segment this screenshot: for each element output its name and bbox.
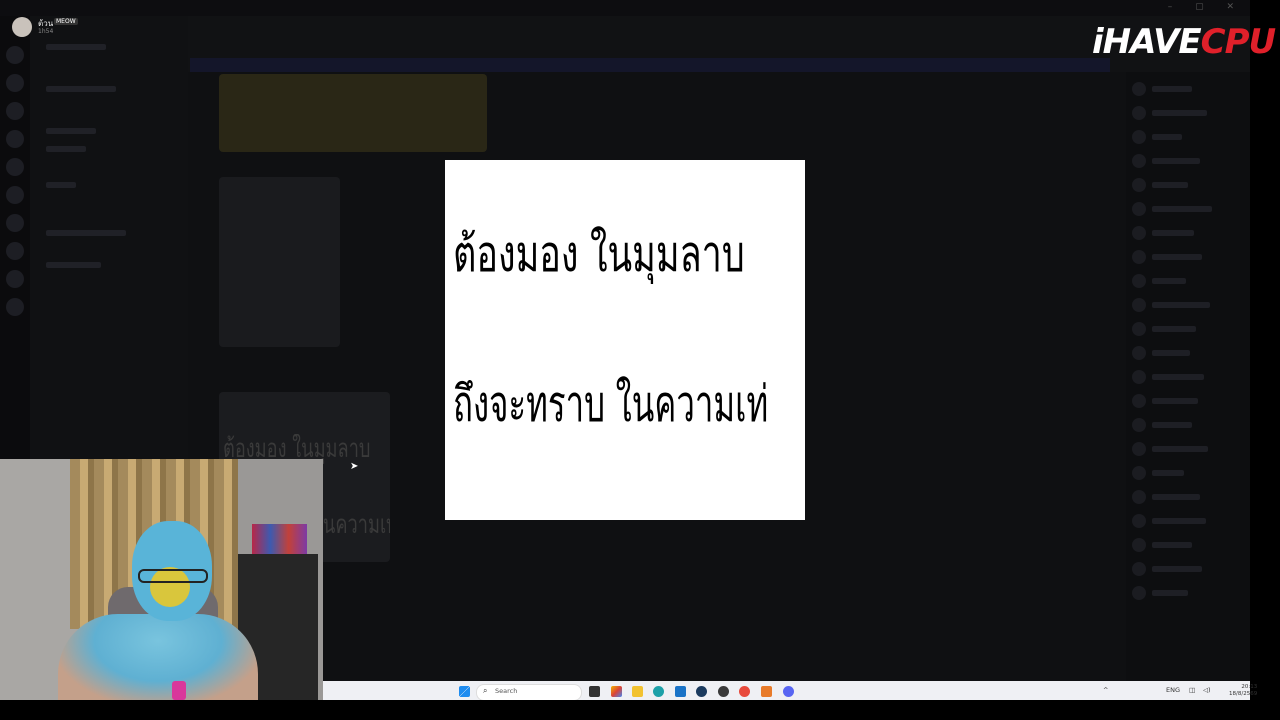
search-icon: ⌕	[483, 686, 488, 695]
member-item[interactable]	[1132, 538, 1242, 552]
member-item[interactable]	[1132, 466, 1242, 480]
channel-item[interactable]	[46, 44, 106, 50]
app-icon[interactable]	[718, 686, 729, 697]
glasses	[138, 569, 208, 583]
member-item[interactable]	[1132, 298, 1242, 312]
member-item[interactable]	[1132, 106, 1242, 120]
profile-meta: 1h54	[38, 28, 54, 35]
member-item[interactable]	[1132, 346, 1242, 360]
tray-chevron-icon[interactable]: ^	[1103, 686, 1108, 694]
member-item[interactable]	[1132, 442, 1242, 456]
task-view-icon[interactable]	[589, 686, 600, 697]
taskbar-search[interactable]: ⌕ Search	[476, 684, 582, 701]
server-icon[interactable]	[6, 242, 24, 260]
server-icon[interactable]	[6, 46, 24, 64]
search-placeholder: Search	[495, 687, 518, 695]
app-icon[interactable]	[761, 686, 772, 697]
slide-line-2: ถึงจะทราบ ในความเท่	[453, 375, 769, 433]
logo-part1: iHAVE	[1092, 22, 1202, 62]
member-list	[1126, 72, 1250, 682]
member-item[interactable]	[1132, 250, 1242, 264]
member-item[interactable]	[1132, 202, 1242, 216]
member-item[interactable]	[1132, 154, 1242, 168]
member-item[interactable]	[1132, 322, 1242, 336]
slide-line-1: ต้องมอง ในมุมลาบ	[453, 225, 745, 283]
avatar	[12, 17, 32, 37]
chrome-icon[interactable]	[739, 686, 750, 697]
person-body	[58, 614, 258, 700]
server-icon[interactable]	[6, 298, 24, 316]
microphone	[172, 681, 186, 700]
server-icon[interactable]	[6, 74, 24, 92]
channel-logo: iHAVECPU	[1092, 22, 1276, 62]
channel-item[interactable]	[46, 230, 126, 236]
server-icon[interactable]	[6, 102, 24, 120]
member-item[interactable]	[1132, 370, 1242, 384]
mouse-cursor-icon: ➤	[350, 461, 359, 472]
steam-icon[interactable]	[696, 686, 707, 697]
clock[interactable]: 20:13 18/8/2569	[1229, 684, 1257, 698]
app-titlebar: – ▢ ✕	[0, 0, 1250, 16]
server-icon[interactable]	[6, 158, 24, 176]
member-item[interactable]	[1132, 274, 1242, 288]
clock-time: 20:13	[1241, 684, 1258, 690]
edge-icon[interactable]	[653, 686, 664, 697]
language-indicator[interactable]: ENG	[1166, 686, 1180, 694]
member-item[interactable]	[1132, 418, 1242, 432]
notice-bar	[190, 58, 1110, 72]
network-icon[interactable]: ◫	[1189, 686, 1195, 694]
window-controls[interactable]: – ▢ ✕	[1168, 2, 1244, 12]
member-item[interactable]	[1132, 514, 1242, 528]
bottom-letterbox	[0, 700, 1280, 720]
image-attachment[interactable]	[219, 177, 340, 347]
channel-item[interactable]	[46, 86, 116, 92]
member-item[interactable]	[1132, 586, 1242, 600]
image-attachment[interactable]	[219, 74, 487, 152]
windows-start-icon[interactable]	[459, 686, 470, 697]
logo-part2: CPU	[1200, 22, 1276, 62]
channel-item[interactable]	[46, 182, 76, 188]
member-item[interactable]	[1132, 178, 1242, 192]
member-item[interactable]	[1132, 82, 1242, 96]
server-icon[interactable]	[6, 130, 24, 148]
channel-item[interactable]	[46, 146, 86, 152]
clock-date: 18/8/2569	[1229, 691, 1258, 697]
text-slide: ต้องมอง ในมุมลาบ ถึงจะทราบ ในความเท่	[445, 160, 805, 520]
file-explorer-icon[interactable]	[632, 686, 643, 697]
member-item[interactable]	[1132, 562, 1242, 576]
profile-badge: MEOW	[54, 18, 78, 25]
channel-item[interactable]	[46, 262, 101, 268]
preview-text-line2: ในความเท่	[314, 510, 390, 540]
server-icon[interactable]	[6, 186, 24, 204]
member-item[interactable]	[1132, 130, 1242, 144]
server-icon[interactable]	[6, 270, 24, 288]
webcam-overlay	[0, 459, 323, 700]
member-item[interactable]	[1132, 394, 1242, 408]
server-icon[interactable]	[6, 214, 24, 232]
member-item[interactable]	[1132, 490, 1242, 504]
discord-icon[interactable]	[783, 686, 794, 697]
member-item[interactable]	[1132, 226, 1242, 240]
channel-item[interactable]	[46, 128, 96, 134]
volume-icon[interactable]: ◁)	[1203, 686, 1211, 694]
copilot-icon[interactable]	[611, 686, 622, 697]
taskbar: ⌕ Search ^ ENG ◫ ◁) 20:13 18/8/2569	[323, 681, 1257, 702]
store-icon[interactable]	[675, 686, 686, 697]
